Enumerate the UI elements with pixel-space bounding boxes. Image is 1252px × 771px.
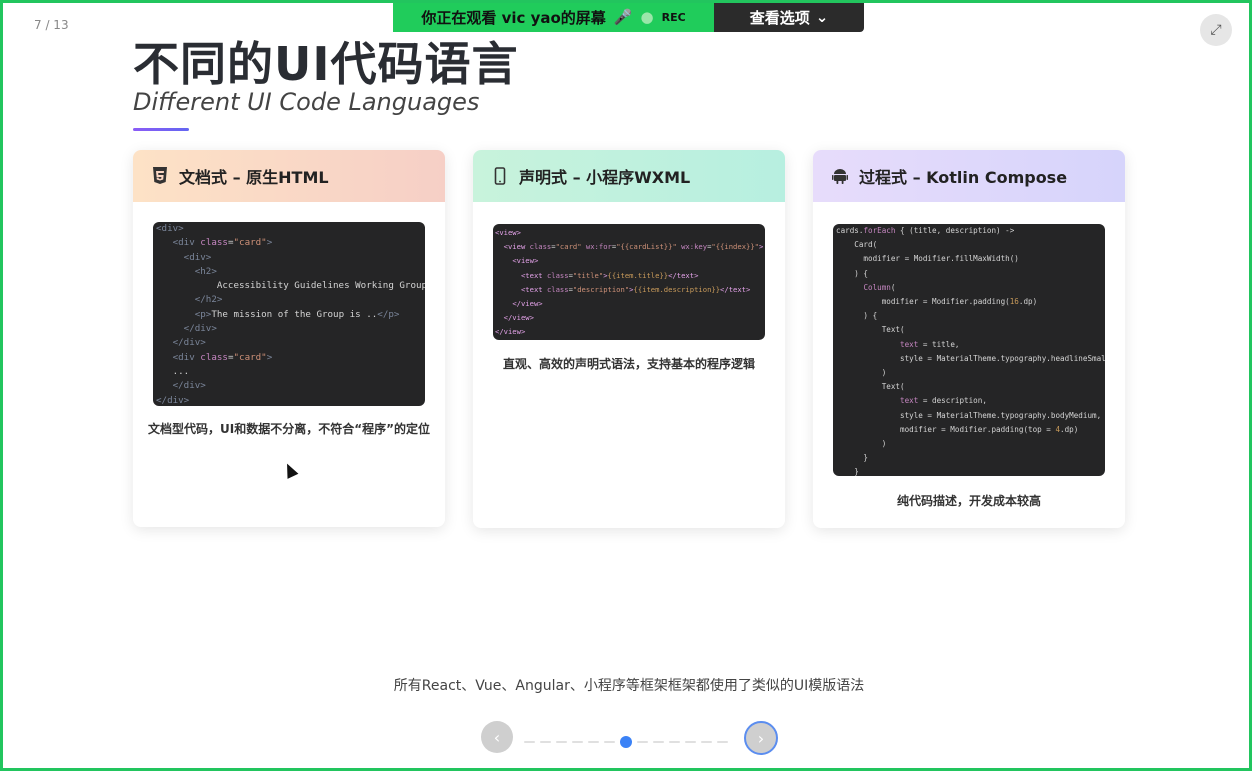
wxml-code-block: <view> <view class="card" wx:for="{{card…: [493, 224, 765, 340]
page-counter: 7 / 13: [34, 18, 69, 32]
chevron-left-icon: ‹: [493, 727, 501, 747]
pagination-dot[interactable]: [604, 741, 615, 743]
card-caption: 直观、高效的声明式语法，支持基本的程序逻辑: [502, 357, 755, 371]
pagination-dot[interactable]: [620, 736, 632, 748]
card-heading: 声明式 – 小程序WXML: [519, 168, 691, 187]
card-header: 声明式 – 小程序WXML: [473, 150, 785, 202]
android-icon: [831, 167, 849, 185]
pagination-dot[interactable]: [524, 741, 535, 743]
rec-indicator-icon: ●: [640, 8, 654, 26]
card-header: 文档式 – 原生HTML: [133, 150, 445, 202]
card-header: 过程式 – Kotlin Compose: [813, 150, 1125, 202]
mic-off-icon: 🎤: [613, 8, 633, 26]
top-edge-strip: [1012, 0, 1252, 3]
rec-label: REC: [661, 10, 686, 24]
mobile-phone-icon: [491, 167, 509, 185]
share-banner-text: 你正在观看 vic yao的屏幕: [421, 8, 606, 27]
chevron-down-icon: ⌄: [815, 8, 829, 26]
slide-title: 不同的UI代码语言: [133, 37, 519, 91]
pagination-dot[interactable]: [572, 741, 583, 743]
pagination-dots: [524, 736, 728, 748]
card-heading: 过程式 – Kotlin Compose: [859, 168, 1068, 187]
pagination-dot[interactable]: [685, 741, 696, 743]
card-caption: 纯代码描述，开发成本较高: [896, 494, 1041, 508]
pagination-dot[interactable]: [669, 741, 680, 743]
pagination-dot[interactable]: [653, 741, 664, 743]
view-options-label: 查看选项: [749, 8, 810, 27]
card-wxml: 声明式 – 小程序WXML <view> <view class="card" …: [473, 150, 785, 528]
card-heading: 文档式 – 原生HTML: [179, 168, 329, 187]
next-slide-button[interactable]: ›: [744, 721, 778, 755]
pagination-dot[interactable]: [701, 741, 712, 743]
pagination-dot[interactable]: [556, 741, 567, 743]
fullscreen-button[interactable]: ⤢: [1200, 14, 1232, 46]
card-caption: 文档型代码，UI和数据不分离，不符合“程序”的定位: [148, 422, 430, 436]
html-code-block: <div> <div class="card"> <div> <h2> Acce…: [153, 222, 425, 406]
title-underline: [133, 128, 189, 131]
expand-arrows-icon: ⤢: [1210, 22, 1222, 38]
view-options-button[interactable]: 查看选项 ⌄: [714, 2, 864, 32]
pagination-dot[interactable]: [540, 741, 551, 743]
pagination-dot[interactable]: [588, 741, 599, 743]
slide-subtitle: Different UI Code Languages: [133, 88, 480, 116]
footer-note: 所有React、Vue、Angular、小程序等框架框架都使用了类似的UI模版语…: [393, 678, 865, 694]
chevron-right-icon: ›: [757, 728, 765, 748]
pagination-dot[interactable]: [717, 741, 728, 743]
html5-icon: [151, 167, 169, 185]
prev-slide-button[interactable]: ‹: [481, 721, 513, 753]
card-compose: 过程式 – Kotlin Compose cards.forEach { (ti…: [813, 150, 1125, 528]
pagination-dot[interactable]: [637, 741, 648, 743]
compose-code-block: cards.forEach { (title, description) -> …: [833, 224, 1105, 476]
